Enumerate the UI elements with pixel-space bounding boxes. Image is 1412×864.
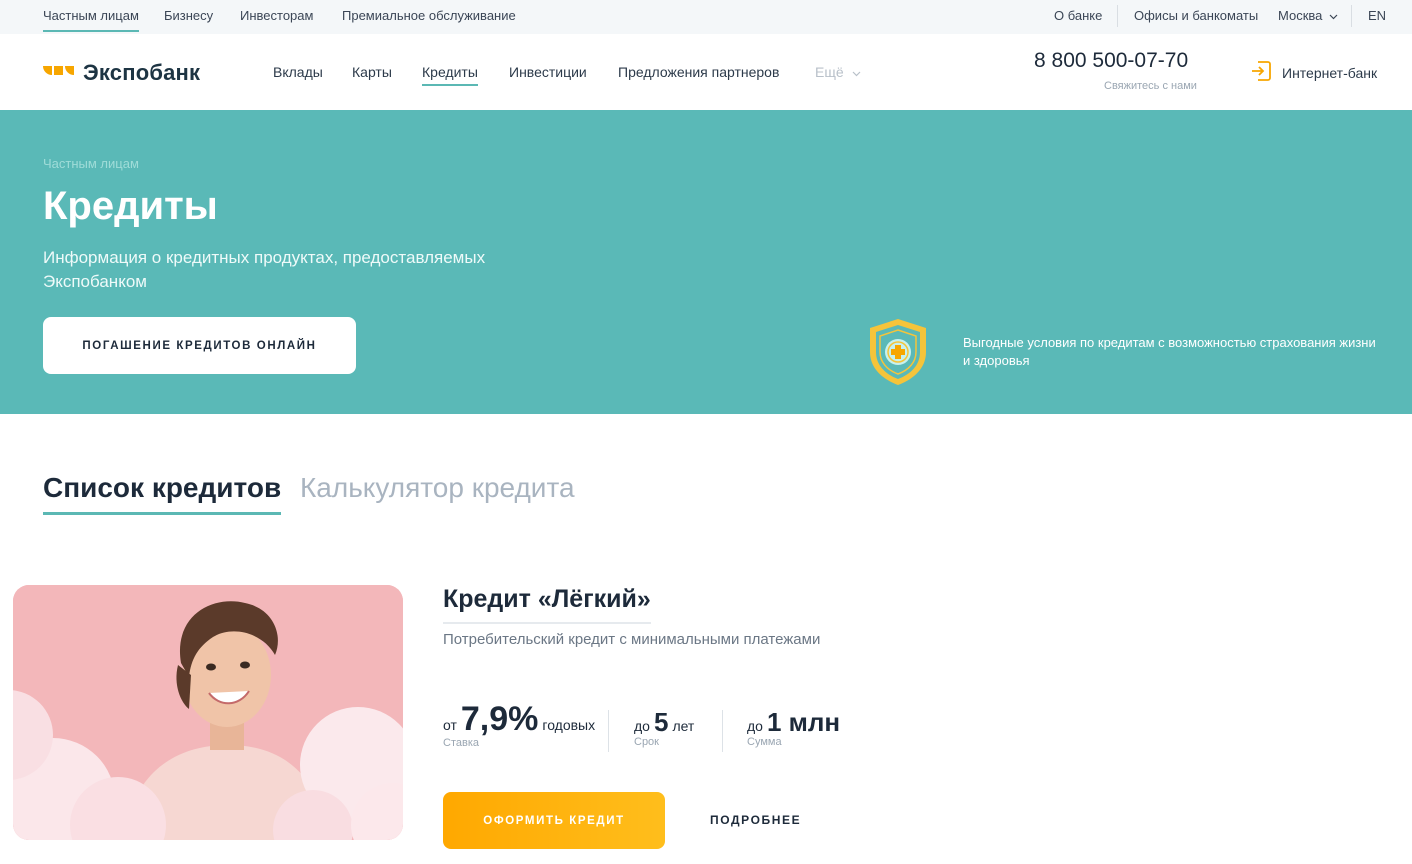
term-suffix: лет: [672, 718, 695, 734]
topbar-divider: [1117, 5, 1118, 27]
page-description: Информация о кредитных продуктах, предос…: [43, 248, 486, 291]
nav-item-investments[interactable]: Инвестиции: [509, 64, 587, 80]
topbar-link-about[interactable]: О банке: [1054, 8, 1102, 23]
contact-link[interactable]: Свяжитесь с нами: [1104, 80, 1197, 92]
apply-credit-button[interactable]: ОФОРМИТЬ КРЕДИТ: [443, 792, 665, 849]
shield-icon: [866, 316, 930, 393]
stat-divider: [722, 710, 723, 752]
online-repayment-button[interactable]: ПОГАШЕНИЕ КРЕДИТОВ ОНЛАЙН: [43, 317, 356, 374]
stat-divider: [608, 710, 609, 752]
amount-prefix: до: [747, 718, 763, 734]
nav-item-deposits[interactable]: Вклады: [273, 64, 323, 80]
credit-description: Потребительский кредит с минимальными пл…: [443, 631, 821, 648]
city-label: Москва: [1278, 8, 1323, 23]
credit-term: до 5 лет Срок: [634, 707, 694, 748]
credit-rate: от 7,9% годовых Ставка: [443, 700, 595, 749]
phone-number[interactable]: 8 800 500-07-70: [1034, 49, 1188, 73]
topbar-link-premium[interactable]: Премиальное обслуживание: [342, 8, 516, 23]
term-prefix: до: [634, 718, 650, 734]
login-icon: [1250, 60, 1272, 85]
credit-title[interactable]: Кредит «Лёгкий»: [443, 585, 651, 624]
logo-text: Экспобанк: [83, 60, 201, 85]
amount-value: 1 млн: [766, 707, 841, 737]
more-details-link[interactable]: ПОДРОБНЕЕ: [710, 813, 801, 827]
logo[interactable]: Экспобанк: [43, 60, 200, 86]
internet-bank-label: Интернет-банк: [1282, 64, 1378, 81]
nav-item-more[interactable]: Ещё: [815, 64, 861, 80]
chevron-down-icon: [852, 64, 861, 80]
nav-item-partners[interactable]: Предложения партнеров: [618, 64, 779, 80]
topbar-link-investors[interactable]: Инвесторам: [240, 8, 313, 23]
top-bar: Частным лицам Бизнесу Инвесторам Премиал…: [0, 0, 1412, 34]
nav-item-credits[interactable]: Кредиты: [422, 64, 478, 86]
breadcrumb[interactable]: Частным лицам: [43, 156, 139, 171]
nav-more-label: Ещё: [815, 64, 844, 80]
nav-item-cards[interactable]: Карты: [352, 64, 392, 80]
credit-card-photo: [13, 585, 403, 840]
hero-banner: Частным лицам Кредиты Информация о креди…: [0, 110, 1412, 414]
topbar-link-offices[interactable]: Офисы и банкоматы: [1134, 8, 1258, 23]
topbar-link-business[interactable]: Бизнесу: [164, 8, 213, 23]
city-selector[interactable]: Москва: [1278, 8, 1338, 23]
topbar-divider: [1351, 5, 1352, 27]
rate-value: 7,9%: [460, 700, 539, 738]
logo-icon: [43, 64, 75, 83]
tab-credit-calculator[interactable]: Калькулятор кредита: [300, 472, 575, 504]
rate-suffix: годовых: [542, 717, 596, 733]
insurance-promo-text: Выгодные условия по кредитам с возможнос…: [963, 335, 1376, 368]
chevron-down-icon: [1329, 8, 1338, 23]
internet-bank-link[interactable]: Интернет-банк: [1250, 60, 1377, 85]
main-header: Экспобанк Вклады Карты Кредиты Инвестици…: [0, 34, 1412, 110]
topbar-link-private[interactable]: Частным лицам: [43, 8, 139, 32]
tab-credit-list[interactable]: Список кредитов: [43, 472, 282, 515]
credit-amount: до 1 млн Сумма: [747, 707, 840, 748]
term-value: 5: [653, 707, 669, 737]
rate-prefix: от: [443, 717, 457, 733]
page-title: Кредиты: [43, 184, 218, 228]
language-switch[interactable]: EN: [1368, 8, 1386, 23]
